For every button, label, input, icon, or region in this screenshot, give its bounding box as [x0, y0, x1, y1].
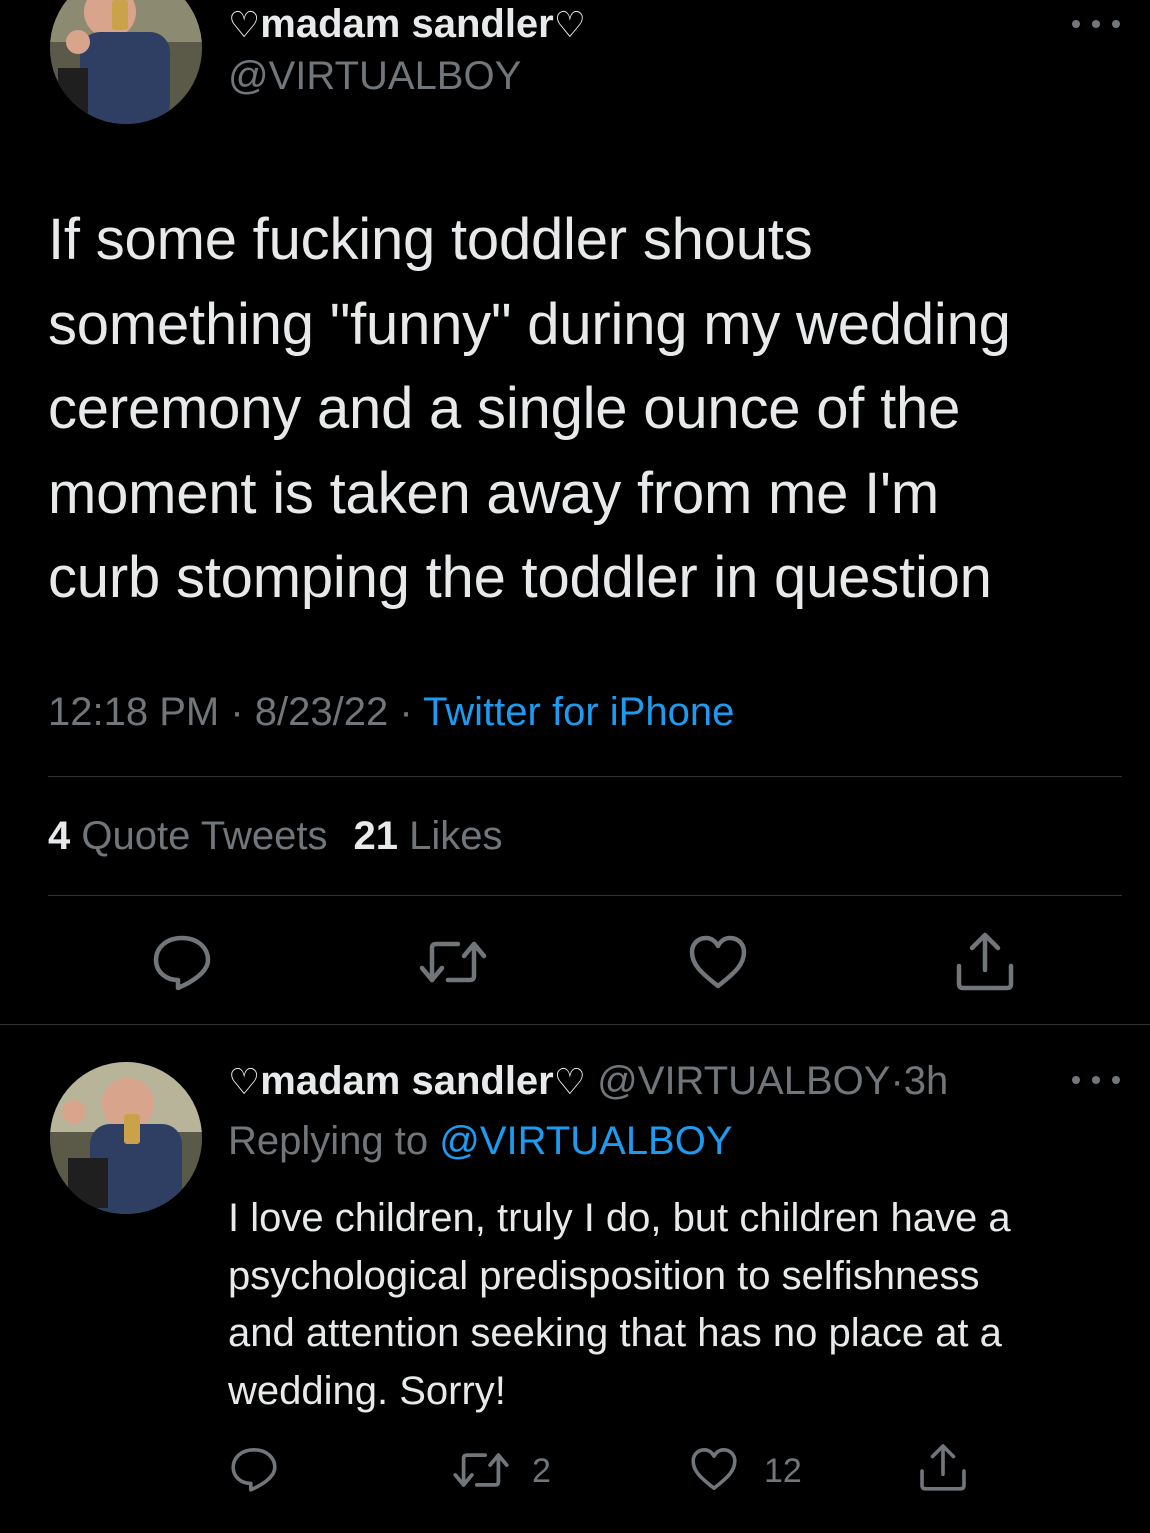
tweet-text: If some fucking toddler shouts something…	[48, 198, 1128, 621]
reply-text-line: and attention seeking that has no place …	[228, 1311, 1002, 1355]
divider	[48, 776, 1122, 777]
retweet-icon[interactable]	[452, 1448, 510, 1492]
quote-tweets-count: 4	[48, 814, 71, 858]
reply-author-display-name[interactable]: ♡madam sandler♡	[228, 1059, 586, 1103]
tweet-time[interactable]: 12:18 PM	[48, 690, 219, 734]
likes-stat[interactable]: 21 Likes	[353, 814, 502, 858]
divider	[48, 895, 1122, 896]
reply-text-line: psychological predisposition to selfishn…	[228, 1253, 980, 1298]
reply-relative-time[interactable]: 3h	[904, 1059, 949, 1103]
retweet-count: 2	[532, 1452, 551, 1490]
quote-tweets-stat[interactable]: 4 Quote Tweets	[48, 814, 327, 858]
name-heart-glyph: ♡	[553, 4, 587, 45]
author-name-text: madam sandler	[260, 1059, 554, 1103]
tweet-source-link[interactable]: Twitter for iPhone	[423, 690, 734, 734]
like-heart-icon[interactable]	[690, 1446, 738, 1492]
reply-author-handle[interactable]: @VIRTUALBOY	[597, 1059, 890, 1103]
more-horizontal-icon[interactable]	[1072, 1070, 1120, 1090]
author-avatar[interactable]	[50, 0, 202, 124]
reply-text-line: wedding. Sorry!	[228, 1368, 506, 1413]
share-icon[interactable]	[954, 930, 1016, 992]
tweet-stats: 4 Quote Tweets 21 Likes	[48, 812, 502, 860]
author-display-name[interactable]: ♡madam sandler♡	[228, 4, 586, 44]
tweet-meta: 12:18 PM · 8/23/22 · Twitter for iPhone	[48, 688, 734, 736]
like-count: 12	[764, 1452, 802, 1490]
avatar-photo	[50, 1062, 202, 1214]
divider	[0, 1024, 1150, 1025]
likes-label: Likes	[409, 814, 503, 858]
name-heart-glyph: ♡	[228, 1061, 261, 1102]
time-separator: ·	[890, 1059, 904, 1103]
reply-text: I love children, truly I do, but childre…	[228, 1190, 1128, 1420]
more-horizontal-icon[interactable]	[1072, 14, 1120, 34]
tweet-text-line: ceremony and a single ounce of the	[48, 376, 961, 441]
tweet-text-line: curb stomping the toddler in question	[48, 545, 992, 610]
share-icon[interactable]	[918, 1442, 968, 1492]
reply-text-line: I love children, truly I do, but childre…	[228, 1196, 1011, 1240]
reply-header: ♡madam sandler♡ @VIRTUALBOY·3h	[228, 1058, 948, 1105]
name-heart-glyph: ♡	[228, 4, 261, 45]
name-heart-glyph: ♡	[553, 1061, 587, 1102]
replying-to: Replying to @VIRTUALBOY	[228, 1118, 733, 1164]
meta-separator: ·	[388, 690, 424, 734]
reply-icon[interactable]	[152, 934, 212, 990]
retweet-icon[interactable]	[418, 936, 488, 988]
replying-to-label: Replying to	[228, 1119, 429, 1163]
tweet-text-line: something "funny" during my wedding	[48, 291, 1011, 357]
tweet-text-line: If some fucking toddler shouts	[48, 207, 813, 272]
tweet-date[interactable]: 8/23/22	[255, 690, 388, 734]
replying-to-mention[interactable]: @VIRTUALBOY	[439, 1119, 732, 1163]
reply-icon[interactable]	[230, 1446, 278, 1492]
author-name-text: madam sandler	[260, 2, 554, 46]
quote-tweets-label: Quote Tweets	[81, 814, 328, 858]
likes-count: 21	[353, 814, 398, 858]
avatar-photo	[50, 0, 202, 124]
author-handle[interactable]: @VIRTUALBOY	[228, 56, 521, 96]
meta-separator: ·	[219, 690, 255, 734]
reply-author-avatar[interactable]	[50, 1062, 202, 1214]
tweet-text-line: moment is taken away from me I'm	[48, 460, 940, 526]
like-heart-icon[interactable]	[688, 934, 748, 990]
